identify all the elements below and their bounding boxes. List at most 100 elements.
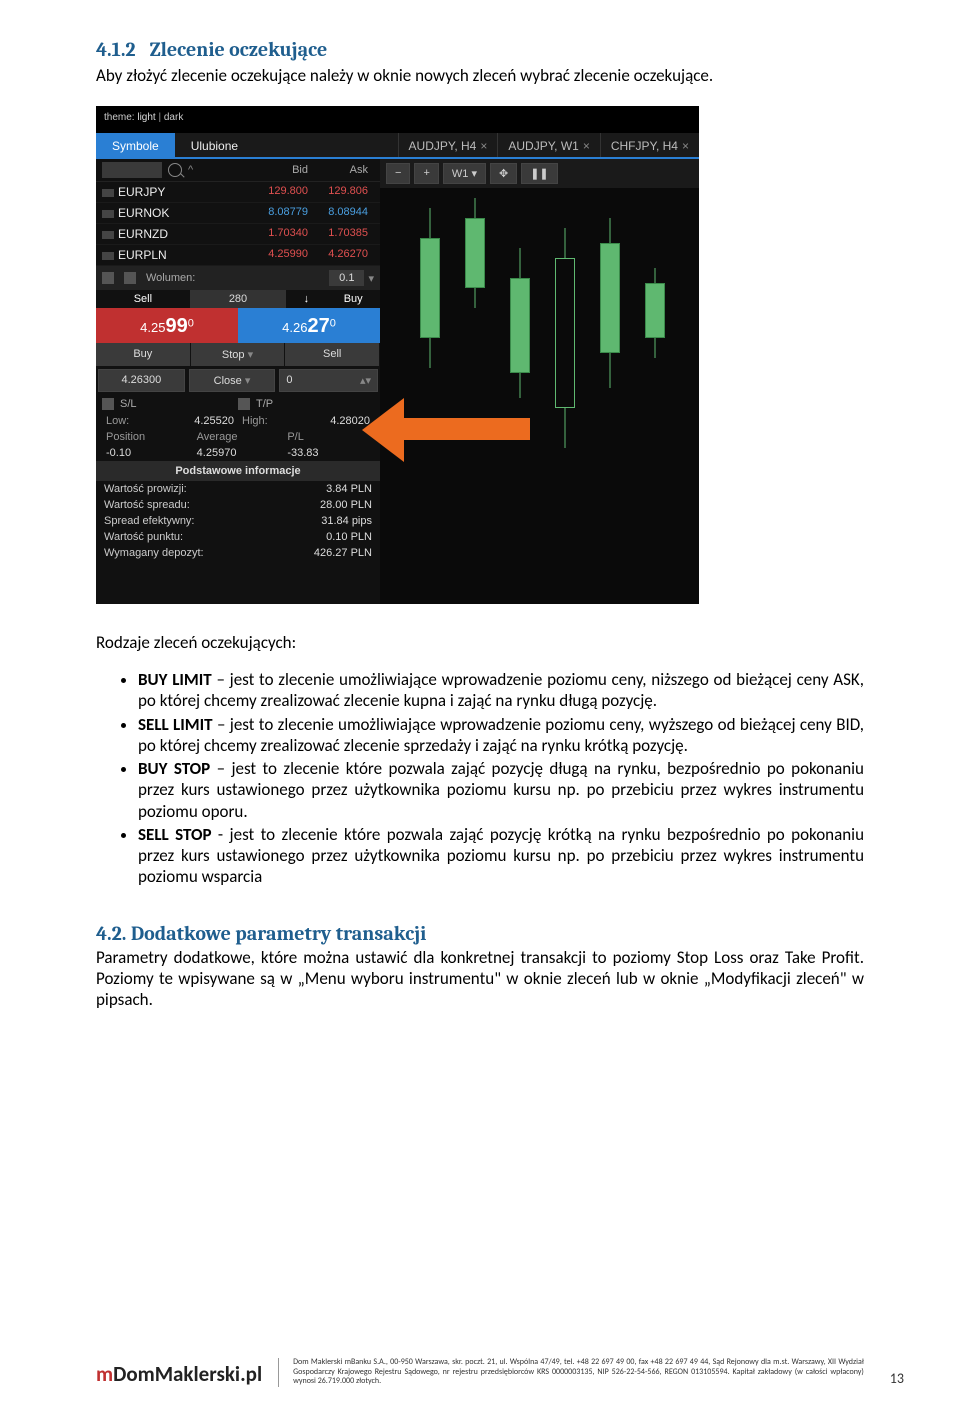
symbol-name: EURPLN bbox=[102, 248, 182, 262]
info-value: 28.00 PLN bbox=[320, 499, 372, 511]
action-stop[interactable]: Stop ▾ bbox=[191, 343, 286, 366]
zoom-in-button[interactable]: + bbox=[414, 163, 438, 184]
symbol-row[interactable]: EURNOK 8.087798.08944 bbox=[96, 203, 380, 224]
action-buy[interactable]: Buy bbox=[96, 343, 191, 366]
ask-value: 4.26270 bbox=[314, 248, 374, 262]
symbol-name: EURNOK bbox=[102, 206, 182, 220]
basic-info-header: Podstawowe informacje bbox=[96, 461, 380, 481]
search-icon[interactable] bbox=[168, 163, 182, 177]
section-42-number: 4.2. bbox=[96, 922, 126, 945]
search-input[interactable] bbox=[102, 162, 162, 178]
high-label: High: bbox=[242, 415, 268, 427]
section-42-body: Parametry dodatkowe, które można ustawić… bbox=[96, 947, 864, 1011]
section-heading: 4.1.2 Zlecenie oczekujące bbox=[96, 38, 864, 61]
info-row: Wartość prowizji: 3.84 PLN bbox=[96, 481, 380, 497]
action-sell[interactable]: Sell bbox=[285, 343, 380, 366]
theme-dark-link[interactable]: dark bbox=[164, 112, 183, 123]
pl-label: P/L bbox=[287, 431, 304, 443]
close-icon[interactable]: × bbox=[480, 139, 487, 153]
info-key: Wartość punktu: bbox=[104, 531, 183, 543]
position-value: -0.10 bbox=[106, 447, 131, 459]
info-key: Wartość prowizji: bbox=[104, 483, 187, 495]
candlestick-chart[interactable] bbox=[380, 188, 699, 604]
low-value: 4.25520 bbox=[194, 415, 234, 427]
average-value: 4.25970 bbox=[197, 447, 237, 459]
chevron-down-icon: ▾ bbox=[471, 168, 477, 180]
sell-button[interactable]: 4.25990 bbox=[96, 308, 238, 343]
chevron-down-icon: ▾ bbox=[248, 349, 254, 361]
chart-tab-0[interactable]: AUDJPY, H4× bbox=[398, 133, 498, 157]
symbol-name: EURJPY bbox=[102, 185, 182, 199]
ask-value: 1.70385 bbox=[314, 227, 374, 241]
tp-label: T/P bbox=[256, 398, 273, 410]
bid-header: Bid bbox=[254, 162, 314, 178]
volume-label: Wolumen: bbox=[146, 272, 195, 284]
close-icon[interactable]: × bbox=[682, 139, 689, 153]
bullet-item: BUY STOP – jest to zlecenie które pozwal… bbox=[138, 758, 864, 822]
chart-tab-1[interactable]: AUDJPY, W1× bbox=[497, 133, 599, 157]
intro-text: Aby złożyć zlecenie oczekujące należy w … bbox=[96, 65, 864, 86]
flag-icon bbox=[102, 210, 114, 218]
tp-checkbox[interactable] bbox=[238, 398, 250, 410]
theme-selector: theme: light | dark bbox=[96, 106, 699, 133]
stepper-icon[interactable]: ▴▾ bbox=[360, 374, 371, 387]
info-value: 3.84 PLN bbox=[326, 483, 372, 495]
timeframe-select[interactable]: W1 ▾ bbox=[443, 163, 486, 184]
buy-header: Buy bbox=[344, 293, 363, 305]
info-value: 0.10 PLN bbox=[326, 531, 372, 543]
rodzaje-title: Rodzaje zleceń oczekujących: bbox=[96, 632, 864, 653]
ask-value: 8.08944 bbox=[314, 206, 374, 220]
symbol-row[interactable]: EURJPY 129.800129.806 bbox=[96, 182, 380, 203]
page-number: 13 bbox=[890, 1370, 904, 1387]
price-input[interactable]: 4.26300 bbox=[98, 369, 185, 392]
chevron-up-icon[interactable]: ^ bbox=[182, 164, 199, 176]
ask-value: 129.806 bbox=[314, 185, 374, 199]
sell-header: Sell bbox=[96, 290, 190, 308]
ask-header: Ask bbox=[314, 162, 374, 178]
average-label: Average bbox=[197, 431, 238, 443]
theme-light-link[interactable]: light bbox=[137, 112, 155, 123]
flag-icon bbox=[102, 231, 114, 239]
close-icon[interactable]: × bbox=[583, 139, 590, 153]
arrow-down-icon: ↓ bbox=[304, 293, 310, 305]
symbol-name: EURNZD bbox=[102, 227, 182, 241]
zoom-out-button[interactable]: − bbox=[386, 163, 410, 184]
info-row: Wymagany depozyt: 426.27 PLN bbox=[96, 545, 380, 561]
section-42-heading: 4.2. Dodatkowe parametry transakcji bbox=[96, 922, 864, 945]
info-key: Wartość spreadu: bbox=[104, 499, 190, 511]
bullet-item: SELL STOP - jest to zlecenie które pozwa… bbox=[138, 824, 864, 888]
tab-ulubione[interactable]: Ulubione bbox=[175, 133, 254, 157]
buy-button[interactable]: 4.26270 bbox=[238, 308, 380, 343]
symbol-row[interactable]: EURPLN 4.259904.26270 bbox=[96, 245, 380, 266]
close-select[interactable]: Close bbox=[189, 369, 276, 392]
tab-symbole[interactable]: Symbole bbox=[96, 133, 175, 157]
flag-icon bbox=[102, 189, 114, 197]
info-row: Wartość spreadu: 28.00 PLN bbox=[96, 497, 380, 513]
checkbox-icon[interactable] bbox=[124, 272, 136, 284]
sl-checkbox[interactable] bbox=[102, 398, 114, 410]
pl-value: -33.83 bbox=[287, 447, 318, 459]
app-screenshot: theme: light | dark Symbole Ulubione AUD… bbox=[96, 106, 864, 604]
logo: mDomMaklerski.pl bbox=[96, 1361, 262, 1387]
sl-label: S/L bbox=[120, 398, 137, 410]
info-key: Wymagany depozyt: bbox=[104, 547, 204, 559]
crosshair-button[interactable]: ✥ bbox=[490, 163, 517, 184]
bid-value: 4.25990 bbox=[254, 248, 314, 262]
volume-input[interactable]: 0.1 bbox=[329, 270, 364, 286]
info-value: 31.84 pips bbox=[321, 515, 372, 527]
bid-value: 8.08779 bbox=[254, 206, 314, 220]
theme-label: theme: bbox=[104, 112, 135, 123]
checkbox-icon[interactable] bbox=[102, 272, 114, 284]
info-value: 426.27 PLN bbox=[314, 547, 372, 559]
pause-button[interactable]: ❚❚ bbox=[521, 163, 557, 184]
symbol-row[interactable]: EURNZD1.703401.70385 bbox=[96, 224, 380, 245]
offset-input[interactable]: 0▴▾ bbox=[279, 369, 378, 392]
section-title: Zlecenie oczekujące bbox=[150, 38, 328, 61]
section-42-title: Dodatkowe parametry transakcji bbox=[131, 922, 426, 945]
spread-value: 280 bbox=[190, 290, 287, 308]
chart-tab-2[interactable]: CHFJPY, H4× bbox=[600, 133, 699, 157]
bid-value: 129.800 bbox=[254, 185, 314, 199]
chevron-down-icon[interactable]: ▾ bbox=[368, 272, 374, 285]
info-key: Spread efektywny: bbox=[104, 515, 195, 527]
section-number: 4.1.2 bbox=[96, 38, 136, 61]
